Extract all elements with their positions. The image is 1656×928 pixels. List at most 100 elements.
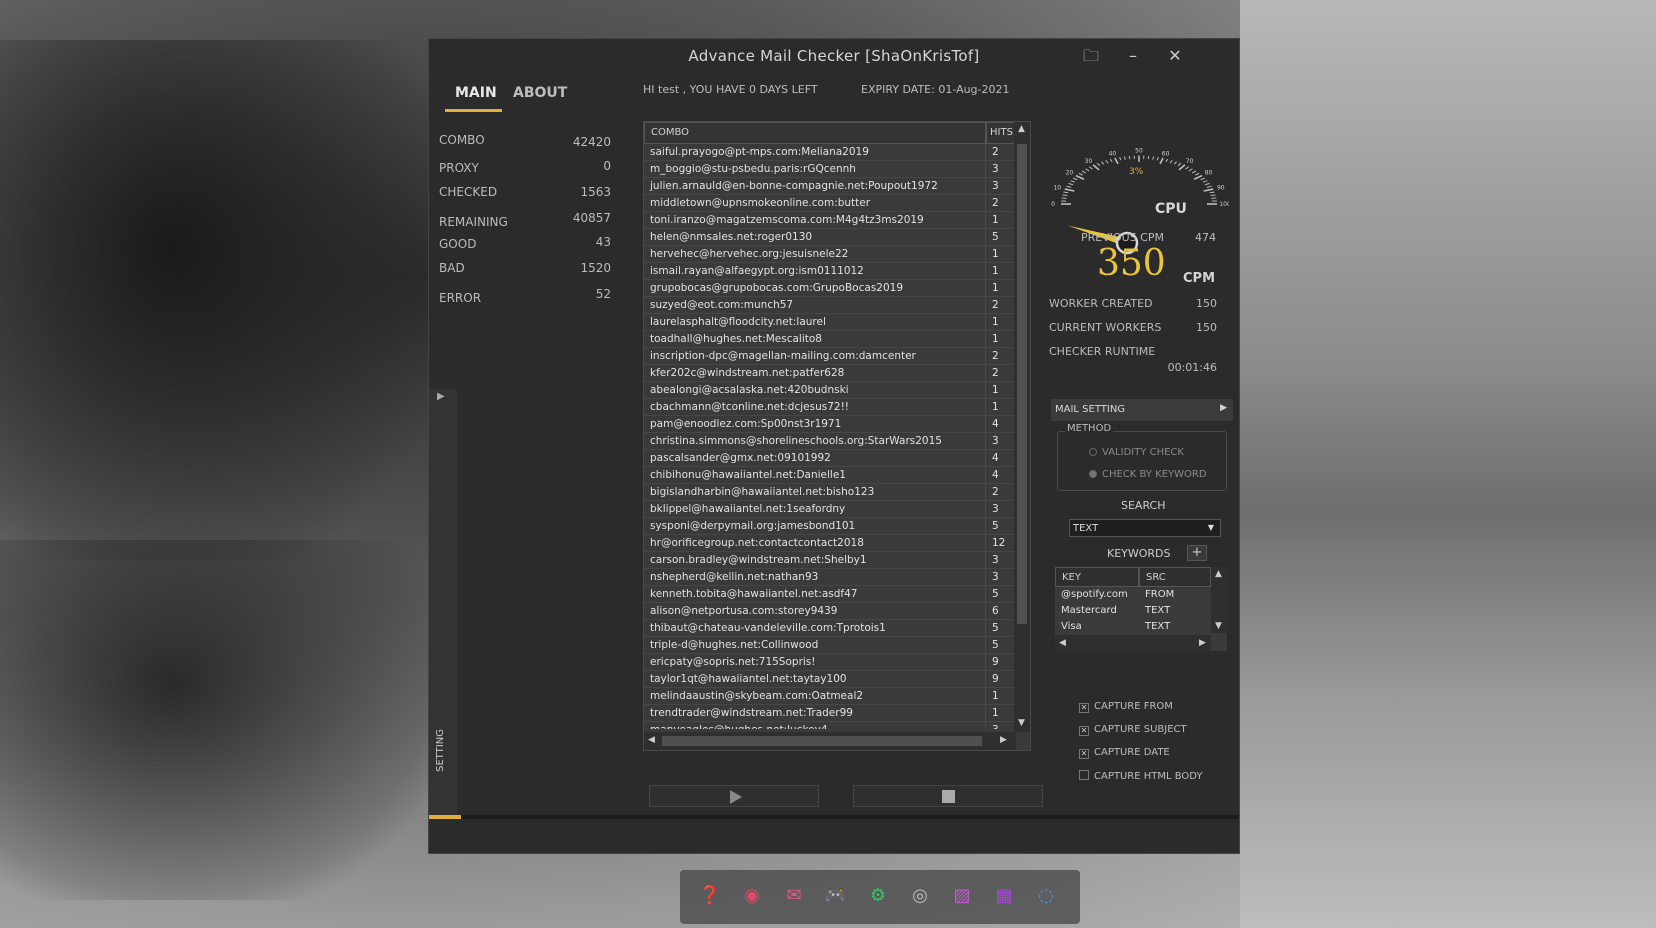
disc-icon[interactable]: ◎ [908, 884, 932, 908]
horizontal-scrollbar[interactable]: ◀ ▶ [644, 732, 1016, 750]
capture-html-body-checkbox[interactable]: CAPTURE HTML BODY [1079, 770, 1203, 782]
scroll-right-icon[interactable]: ▶ [1199, 638, 1206, 648]
gauge-tick [1064, 188, 1075, 192]
info-icon[interactable]: ❓ [698, 884, 722, 908]
table-row[interactable]: christina.simmons@shorelineschools.org:S… [644, 433, 1016, 450]
capture-subject-checkbox[interactable]: ✕ CAPTURE SUBJECT [1079, 724, 1187, 736]
table-row[interactable]: julien.arnauld@en-bonne-compagnie.net:Po… [644, 178, 1016, 195]
keyword-key: Visa [1061, 621, 1082, 632]
radio-validity-check[interactable]: VALIDITY CHECK [1089, 447, 1184, 458]
vertical-scrollbar[interactable]: ▲ ▼ [1014, 122, 1030, 732]
table-row[interactable]: trendtrader@windstream.net:Trader99 1 [644, 705, 1016, 722]
scroll-thumb[interactable] [662, 736, 982, 746]
table-row[interactable]: m_boggio@stu-psbedu.paris:rGQcennh 3 [644, 161, 1016, 178]
table-row[interactable]: suzyed@eot.com:munch57 2 [644, 297, 1016, 314]
table-row[interactable]: inscription-dpc@magellan-mailing.com:dam… [644, 348, 1016, 365]
table-row[interactable]: ericpaty@sopris.net:715Sopris! 9 [644, 654, 1016, 671]
table-row[interactable]: toni.iranzo@magatzemscoma.com:M4g4tz3ms2… [644, 212, 1016, 229]
combo-grid[interactable]: COMBO HITS saiful.prayogo@pt-mps.com:Mel… [643, 121, 1031, 751]
table-row[interactable]: toadhall@hughes.net:Mescalito8 1 [644, 331, 1016, 348]
hits-cell: 1 [992, 248, 999, 260]
swirl-icon[interactable]: ◌ [1034, 884, 1058, 908]
scroll-left-icon[interactable]: ◀ [1059, 638, 1066, 648]
table-row[interactable]: middletown@upnsmokeonline.com:butter 2 [644, 195, 1016, 212]
table-row[interactable]: helen@nmsales.net:roger0130 5 [644, 229, 1016, 246]
method-group [1057, 431, 1227, 491]
column-header-hits[interactable]: HITS [986, 122, 1016, 144]
column-header-combo[interactable]: COMBO [644, 122, 986, 144]
setting-side-tab[interactable]: SETTING [435, 729, 446, 772]
table-row[interactable]: pam@enoodlez.com:Sp00nst3r1971 4 [644, 416, 1016, 433]
table-row[interactable]: alison@netportusa.com:storey9439 6 [644, 603, 1016, 620]
keyword-row[interactable]: Visa TEXT [1055, 619, 1211, 635]
table-row[interactable]: kenneth.tobita@hawaiiantel.net:asdf47 5 [644, 586, 1016, 603]
keyword-row[interactable]: @spotify.com FROM [1055, 587, 1211, 603]
table-row[interactable]: cbachmann@tconline.net:dcjesus72!! 1 [644, 399, 1016, 416]
capture-from-checkbox[interactable]: ✕ CAPTURE FROM [1079, 701, 1173, 713]
image-icon[interactable]: ▨ [950, 884, 974, 908]
mail-icon[interactable]: ✉ [782, 884, 806, 908]
combo-cell: trendtrader@windstream.net:Trader99 [644, 705, 986, 721]
table-row[interactable]: ismail.rayan@alfaegypt.org:ism0111012 1 [644, 263, 1016, 280]
table-row[interactable]: bklippel@hawaiiantel.net:1seafordny 3 [644, 501, 1016, 518]
scroll-right-icon[interactable]: ▶ [1000, 735, 1007, 745]
chevron-right-icon[interactable]: ▶ [437, 391, 445, 402]
method-label: METHOD [1065, 423, 1114, 434]
settings-icon[interactable]: ⚙ [866, 884, 890, 908]
capture-date-checkbox[interactable]: ✕ CAPTURE DATE [1079, 747, 1170, 759]
stat-value: 52 [595, 287, 611, 301]
scroll-up-icon[interactable]: ▲ [1215, 569, 1222, 579]
table-row[interactable]: kfer202c@windstream.net:patfer628 2 [644, 365, 1016, 382]
title-bar[interactable]: Advance Mail Checker [ShaOnKrisTof] 🗀 – … [429, 39, 1239, 73]
table-row[interactable]: manveagles@hughes.net:luckey43 [644, 722, 1016, 729]
gamepad-icon[interactable]: 🎮 [824, 884, 848, 908]
keyword-row[interactable]: Mastercard TEXT [1055, 603, 1211, 619]
table-row[interactable]: thibaut@chateau-vandeleville.com:Tprotoi… [644, 620, 1016, 637]
keywords-vertical-scrollbar[interactable]: ▲ ▼ [1211, 567, 1227, 633]
browser-icon[interactable]: ◉ [740, 884, 764, 908]
radio-check-by-keyword[interactable]: CHECK BY KEYWORD [1089, 469, 1207, 480]
scroll-left-icon[interactable]: ◀ [648, 735, 655, 745]
column-header-key[interactable]: KEY [1055, 567, 1139, 587]
checkbox-label: CAPTURE DATE [1094, 747, 1170, 758]
scroll-down-icon[interactable]: ▼ [1018, 718, 1025, 728]
gauge-tick [1156, 156, 1159, 161]
keywords-horizontal-scrollbar[interactable]: ◀ ▶ [1055, 635, 1211, 651]
table-row[interactable]: abealongi@acsalaska.net:420budnski 1 [644, 382, 1016, 399]
table-row[interactable]: sysponi@derpymail.org:jamesbond101 5 [644, 518, 1016, 535]
table-row[interactable]: carson.bradley@windstream.net:Shelby1 3 [644, 552, 1016, 569]
search-select[interactable]: TEXT ▼ [1069, 519, 1221, 537]
table-row[interactable]: hervehec@hervehec.org:jesuisnele22 1 [644, 246, 1016, 263]
keywords-table[interactable]: KEY SRC @spotify.com FROM Mastercard TEX… [1055, 567, 1227, 651]
scroll-thumb[interactable] [1017, 144, 1027, 624]
close-button[interactable]: ✕ [1163, 45, 1187, 67]
table-row[interactable]: saiful.prayogo@pt-mps.com:Meliana2019 2 [644, 144, 1016, 161]
table-row[interactable]: pascalsander@gmx.net:09101992 4 [644, 450, 1016, 467]
chart-icon[interactable]: ▦ [992, 884, 1016, 908]
table-row[interactable]: hr@orificegroup.net:contactcontact2018 12 [644, 535, 1016, 552]
table-row[interactable]: grupobocas@grupobocas.com:GrupoBocas2019… [644, 280, 1016, 297]
folder-icon[interactable]: 🗀 [1079, 45, 1103, 67]
scroll-down-icon[interactable]: ▼ [1215, 621, 1222, 631]
table-row[interactable]: nshepherd@kellin.net:nathan93 3 [644, 569, 1016, 586]
gauge-tick [1114, 157, 1119, 165]
table-row[interactable]: melindaaustin@skybeam.com:Oatmeal2 1 [644, 688, 1016, 705]
mail-setting-header[interactable]: MAIL SETTING ▶ [1051, 399, 1233, 421]
stat-label: REMAINING [439, 215, 508, 229]
table-row[interactable]: bigislandharbin@hawaiiantel.net:bisho123… [644, 484, 1016, 501]
table-row[interactable]: chibihonu@hawaiiantel.net:Danielle1 4 [644, 467, 1016, 484]
checkbox-label: CAPTURE FROM [1094, 701, 1173, 712]
tab-about[interactable]: ABOUT [513, 85, 567, 101]
column-header-src[interactable]: SRC [1139, 567, 1211, 587]
scroll-up-icon[interactable]: ▲ [1018, 124, 1025, 134]
table-row[interactable]: taylor1qt@hawaiiantel.net:taytay100 9 [644, 671, 1016, 688]
grid-header: COMBO HITS [644, 122, 1016, 144]
start-button[interactable] [649, 785, 819, 807]
table-row[interactable]: triple-d@hughes.net:Collinwood 5 [644, 637, 1016, 654]
add-keyword-button[interactable]: + [1187, 545, 1207, 561]
table-row[interactable]: laurelasphalt@floodcity.net:laurel 1 [644, 314, 1016, 331]
minimize-button[interactable]: – [1121, 45, 1145, 67]
tab-main[interactable]: MAIN [455, 85, 497, 101]
combo-cell: manveagles@hughes.net:luckey4 [644, 722, 986, 729]
stop-button[interactable] [853, 785, 1043, 807]
